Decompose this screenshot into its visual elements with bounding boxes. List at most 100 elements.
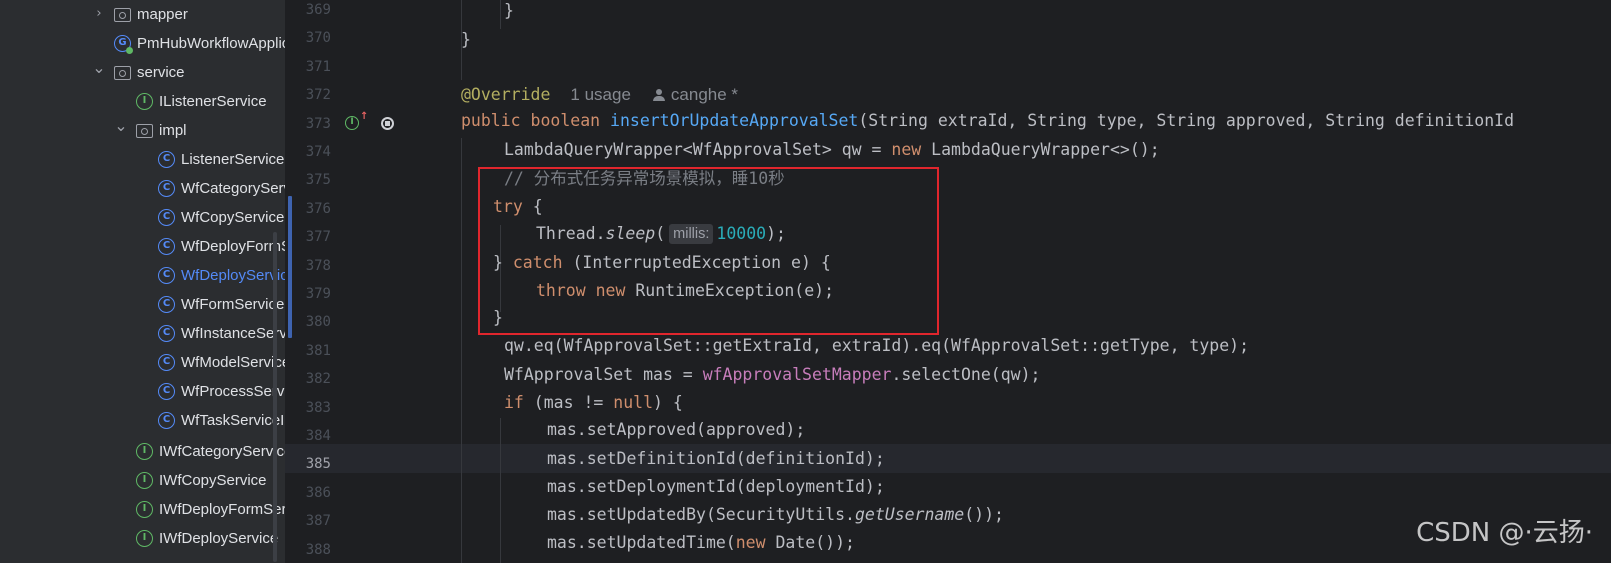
line-number[interactable]: 375 [285, 166, 331, 195]
method-inlay-row: @Override 1 usage canghe * [461, 80, 738, 109]
tree-item-wftaskserviceimpl[interactable]: C WfTaskServiceImpl [0, 406, 285, 435]
class-icon: C [158, 238, 175, 255]
line-number[interactable]: 373 [285, 110, 331, 139]
tree-item-iwfdeployservice[interactable]: I IWfDeployService [0, 524, 285, 553]
line-number[interactable]: 371 [285, 53, 331, 82]
interface-icon: I [136, 443, 153, 460]
class-icon: C [158, 151, 175, 168]
code-line-381[interactable]: qw.eq(WfApprovalSet::getExtraId, extraId… [504, 331, 1249, 360]
tree-item-iwfdeployformservice[interactable]: I IWfDeployFormService [0, 495, 285, 524]
line-number[interactable]: 372 [285, 81, 331, 110]
current-line-highlight [285, 444, 1611, 473]
line-number[interactable]: 382 [285, 365, 331, 394]
tree-item-label: IWfCategoryService [159, 443, 285, 460]
override-annotation: @Override [461, 85, 551, 104]
tree-item-label: service [137, 64, 185, 81]
tree-item-label: WfProcessServiceImpl [181, 383, 285, 400]
indent-guide [500, 0, 501, 29]
tree-item-wfmodelserviceimpl[interactable]: C WfModelServiceImpl [0, 348, 285, 377]
line-number[interactable]: 378 [285, 252, 331, 281]
tree-item-ilistenerservice[interactable]: I IListenerService [0, 87, 285, 116]
tree-item-label: WfDeployFormServiceImpl [181, 238, 285, 255]
line-number[interactable]: 384 [285, 422, 331, 451]
code-line-384[interactable]: mas.setApproved(approved); [547, 415, 805, 444]
code-line-369[interactable]: } [504, 0, 514, 25]
class-icon: C [158, 267, 175, 284]
tree-item-label: IListenerService [159, 93, 267, 110]
tree-item-label: IWfDeployService [159, 530, 279, 547]
usages-hint[interactable]: 1 usage [570, 85, 631, 104]
editor-gutter[interactable]: I ↑ 369 370 371 372 373 374 375 376 377 378 379 380… [285, 0, 415, 563]
tree-item-label: WfInstanceServiceImpl [181, 325, 285, 342]
indent-guide [500, 418, 501, 563]
chevron-down-icon[interactable]: ⌄ [114, 117, 128, 135]
tree-item-iwfcopyservice[interactable]: I IWfCopyService [0, 466, 285, 495]
class-icon: C [158, 325, 175, 342]
line-number[interactable]: 376 [285, 195, 331, 224]
line-number[interactable]: 377 [285, 223, 331, 252]
tree-item-impl[interactable]: ⌄ impl [0, 116, 285, 145]
line-number[interactable]: 386 [285, 479, 331, 508]
tree-item-service[interactable]: ⌄ service [0, 58, 285, 87]
tree-item-label: IWfDeployFormService [159, 501, 285, 518]
user-icon [652, 89, 665, 101]
tree-item-label: PmHubWorkflowApplication [137, 35, 285, 52]
tree-item-wfinstanceserviceimpl[interactable]: C WfInstanceServiceImpl [0, 319, 285, 348]
line-number[interactable]: 383 [285, 394, 331, 423]
class-icon: C [158, 180, 175, 197]
tree-item-wfcategoryserviceimpl[interactable]: C WfCategoryServiceImpl [0, 174, 285, 203]
tree-item-pmhubworkflowapplication[interactable]: GPmHubWorkflowApplication [0, 29, 285, 58]
code-line-387[interactable]: mas.setUpdatedBy(SecurityUtils.getUserna… [547, 500, 1004, 529]
class-icon: C [158, 383, 175, 400]
tree-item-label: WfDeployServiceImpl [181, 267, 285, 284]
line-number[interactable]: 369 [285, 0, 331, 25]
highlight-box [478, 167, 939, 335]
tree-item-mapper[interactable]: › mapper [0, 0, 285, 29]
chevron-right-icon[interactable]: › [92, 5, 106, 23]
line-number[interactable]: 380 [285, 308, 331, 337]
implements-method-icon[interactable]: I [345, 116, 359, 130]
project-tree[interactable]: ›mapperGPmHubWorkflowApplication⌄service… [0, 0, 285, 563]
code-line-370[interactable]: } [461, 25, 471, 54]
class-icon: C [158, 412, 175, 429]
chevron-down-icon[interactable]: ⌄ [92, 59, 106, 77]
tree-item-wfdeployformserviceimpl[interactable]: C WfDeployFormServiceImpl [0, 232, 285, 261]
tree-item-label: WfTaskServiceImpl [181, 412, 285, 429]
tree-item-label: impl [159, 122, 187, 139]
ide-window: ›mapperGPmHubWorkflowApplication⌄service… [0, 0, 1611, 563]
tree-item-label: ListenerServiceImpl [181, 151, 285, 168]
code-line-386[interactable]: mas.setDeploymentId(deploymentId); [547, 472, 885, 501]
line-number[interactable]: 388 [285, 536, 331, 563]
indent-guide [461, 138, 462, 563]
line-number[interactable]: 374 [285, 138, 331, 167]
package-folder-icon [114, 8, 131, 22]
tree-item-listenerserviceimpl[interactable]: C ListenerServiceImpl [0, 145, 285, 174]
tree-item-label: WfModelServiceImpl [181, 354, 285, 371]
code-line-374[interactable]: LambdaQueryWrapper<WfApprovalSet> qw = n… [504, 135, 1160, 164]
line-number[interactable]: 385 [285, 450, 331, 479]
tree-item-wfprocessserviceimpl[interactable]: C WfProcessServiceImpl [0, 377, 285, 406]
breakpoint-icon[interactable] [381, 117, 394, 130]
tree-item-label: WfFormServiceImpl [181, 296, 285, 313]
watermark: CSDN @·云扬· [1416, 518, 1593, 548]
author-hint[interactable]: canghe * [652, 85, 739, 104]
tree-item-wfformserviceimpl[interactable]: C WfFormServiceImpl [0, 290, 285, 319]
tree-item-wfdeployserviceimpl[interactable]: C WfDeployServiceImpl [0, 261, 285, 290]
tree-item-wfcopyserviceimpl[interactable]: C WfCopyServiceImpl [0, 203, 285, 232]
code-line-373[interactable]: public boolean insertOrUpdateApprovalSet… [461, 106, 1514, 135]
line-number[interactable]: 381 [285, 337, 331, 366]
code-line-385[interactable]: mas.setDefinitionId(definitionId); [547, 444, 885, 473]
code-line-388[interactable]: mas.setUpdatedTime(new Date()); [547, 528, 855, 557]
tree-item-iwfcategoryservice[interactable]: I IWfCategoryService [0, 437, 285, 466]
author-name: canghe * [670, 85, 739, 104]
line-number[interactable]: 370 [285, 24, 331, 53]
interface-icon: I [136, 501, 153, 518]
code-line-383[interactable]: if (mas != null) { [504, 388, 683, 417]
line-number[interactable]: 387 [285, 507, 331, 536]
package-folder-icon [136, 124, 153, 138]
interface-icon: I [136, 472, 153, 489]
tree-scrollbar[interactable] [273, 232, 277, 562]
line-number[interactable]: 379 [285, 280, 331, 309]
package-folder-icon [114, 66, 131, 80]
code-line-382[interactable]: WfApprovalSet mas = wfApprovalSetMapper.… [504, 360, 1040, 389]
